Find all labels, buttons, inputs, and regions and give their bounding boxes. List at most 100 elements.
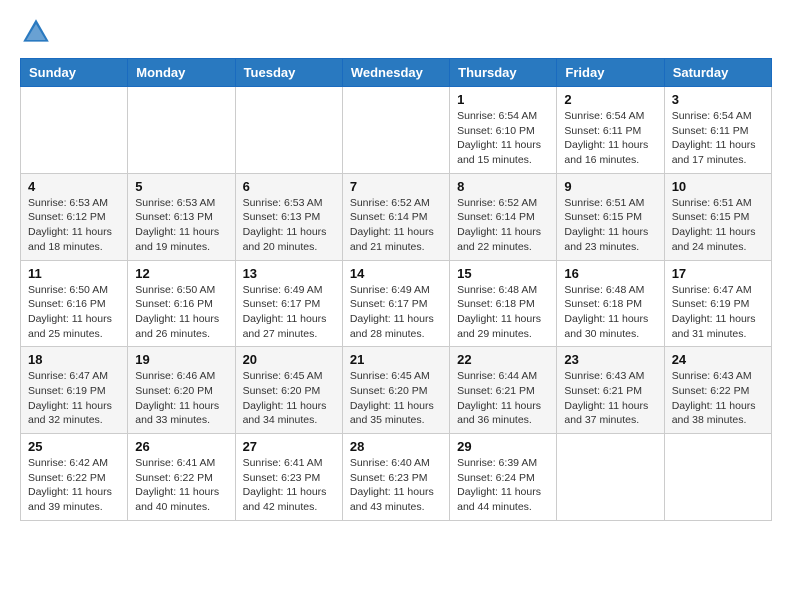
day-info: Sunrise: 6:49 AM Sunset: 6:17 PM Dayligh… <box>350 283 442 342</box>
day-info: Sunrise: 6:53 AM Sunset: 6:13 PM Dayligh… <box>243 196 335 255</box>
day-number: 12 <box>135 266 227 281</box>
calendar-cell: 2 Sunrise: 6:54 AM Sunset: 6:11 PM Daylig… <box>557 87 664 174</box>
calendar-cell: 11 Sunrise: 6:50 AM Sunset: 6:16 PM Dayli… <box>21 260 128 347</box>
weekday-header-wednesday: Wednesday <box>342 59 449 87</box>
day-number: 27 <box>243 439 335 454</box>
calendar-cell: 13 Sunrise: 6:49 AM Sunset: 6:17 PM Dayli… <box>235 260 342 347</box>
weekday-header-saturday: Saturday <box>664 59 771 87</box>
calendar-cell: 21 Sunrise: 6:45 AM Sunset: 6:20 PM Dayli… <box>342 347 449 434</box>
page-header <box>20 16 772 48</box>
calendar-cell: 16 Sunrise: 6:48 AM Sunset: 6:18 PM Dayli… <box>557 260 664 347</box>
day-number: 6 <box>243 179 335 194</box>
calendar-cell: 14 Sunrise: 6:49 AM Sunset: 6:17 PM Dayli… <box>342 260 449 347</box>
day-number: 28 <box>350 439 442 454</box>
day-info: Sunrise: 6:50 AM Sunset: 6:16 PM Dayligh… <box>135 283 227 342</box>
calendar-header-row: SundayMondayTuesdayWednesdayThursdayFrid… <box>21 59 772 87</box>
logo-icon <box>20 16 52 48</box>
day-number: 19 <box>135 352 227 367</box>
calendar-cell <box>664 434 771 521</box>
calendar-cell <box>342 87 449 174</box>
day-info: Sunrise: 6:54 AM Sunset: 6:11 PM Dayligh… <box>672 109 764 168</box>
day-info: Sunrise: 6:48 AM Sunset: 6:18 PM Dayligh… <box>457 283 549 342</box>
day-info: Sunrise: 6:42 AM Sunset: 6:22 PM Dayligh… <box>28 456 120 515</box>
calendar-week-row: 4 Sunrise: 6:53 AM Sunset: 6:12 PM Daylig… <box>21 173 772 260</box>
day-number: 10 <box>672 179 764 194</box>
calendar-cell: 4 Sunrise: 6:53 AM Sunset: 6:12 PM Daylig… <box>21 173 128 260</box>
day-info: Sunrise: 6:45 AM Sunset: 6:20 PM Dayligh… <box>350 369 442 428</box>
calendar-table: SundayMondayTuesdayWednesdayThursdayFrid… <box>20 58 772 521</box>
calendar-cell: 15 Sunrise: 6:48 AM Sunset: 6:18 PM Dayli… <box>450 260 557 347</box>
calendar-cell: 24 Sunrise: 6:43 AM Sunset: 6:22 PM Dayli… <box>664 347 771 434</box>
logo <box>20 16 56 48</box>
calendar-cell: 22Sunrise: 6:44 AM Sunset: 6:21 PM Dayli… <box>450 347 557 434</box>
weekday-header-sunday: Sunday <box>21 59 128 87</box>
calendar-cell <box>557 434 664 521</box>
day-number: 8 <box>457 179 549 194</box>
calendar-cell: 17 Sunrise: 6:47 AM Sunset: 6:19 PM Dayli… <box>664 260 771 347</box>
calendar-cell: 8 Sunrise: 6:52 AM Sunset: 6:14 PM Daylig… <box>450 173 557 260</box>
calendar-week-row: 11 Sunrise: 6:50 AM Sunset: 6:16 PM Dayli… <box>21 260 772 347</box>
calendar-cell: 6 Sunrise: 6:53 AM Sunset: 6:13 PM Daylig… <box>235 173 342 260</box>
day-number: 21 <box>350 352 442 367</box>
day-number: 24 <box>672 352 764 367</box>
day-info: Sunrise: 6:52 AM Sunset: 6:14 PM Dayligh… <box>350 196 442 255</box>
calendar-cell <box>128 87 235 174</box>
day-number: 11 <box>28 266 120 281</box>
day-info: Sunrise: 6:41 AM Sunset: 6:23 PM Dayligh… <box>243 456 335 515</box>
day-info: Sunrise: 6:51 AM Sunset: 6:15 PM Dayligh… <box>564 196 656 255</box>
day-info: Sunrise: 6:47 AM Sunset: 6:19 PM Dayligh… <box>672 283 764 342</box>
calendar-cell: 10Sunrise: 6:51 AM Sunset: 6:15 PM Dayli… <box>664 173 771 260</box>
day-number: 13 <box>243 266 335 281</box>
day-number: 4 <box>28 179 120 194</box>
day-info: Sunrise: 6:53 AM Sunset: 6:12 PM Dayligh… <box>28 196 120 255</box>
day-number: 26 <box>135 439 227 454</box>
day-info: Sunrise: 6:45 AM Sunset: 6:20 PM Dayligh… <box>243 369 335 428</box>
calendar-week-row: 18Sunrise: 6:47 AM Sunset: 6:19 PM Dayli… <box>21 347 772 434</box>
day-info: Sunrise: 6:43 AM Sunset: 6:22 PM Dayligh… <box>672 369 764 428</box>
calendar-cell: 3Sunrise: 6:54 AM Sunset: 6:11 PM Daylig… <box>664 87 771 174</box>
day-info: Sunrise: 6:53 AM Sunset: 6:13 PM Dayligh… <box>135 196 227 255</box>
calendar-cell: 20 Sunrise: 6:45 AM Sunset: 6:20 PM Dayli… <box>235 347 342 434</box>
day-number: 9 <box>564 179 656 194</box>
weekday-header-thursday: Thursday <box>450 59 557 87</box>
calendar-cell: 5Sunrise: 6:53 AM Sunset: 6:13 PM Daylig… <box>128 173 235 260</box>
day-number: 23 <box>564 352 656 367</box>
weekday-header-tuesday: Tuesday <box>235 59 342 87</box>
calendar-cell: 7Sunrise: 6:52 AM Sunset: 6:14 PM Daylig… <box>342 173 449 260</box>
day-info: Sunrise: 6:50 AM Sunset: 6:16 PM Dayligh… <box>28 283 120 342</box>
day-number: 25 <box>28 439 120 454</box>
day-number: 17 <box>672 266 764 281</box>
calendar-cell: 28 Sunrise: 6:40 AM Sunset: 6:23 PM Dayli… <box>342 434 449 521</box>
day-info: Sunrise: 6:43 AM Sunset: 6:21 PM Dayligh… <box>564 369 656 428</box>
calendar-week-row: 1 Sunrise: 6:54 AM Sunset: 6:10 PM Daylig… <box>21 87 772 174</box>
calendar-cell: 25 Sunrise: 6:42 AM Sunset: 6:22 PM Dayli… <box>21 434 128 521</box>
day-info: Sunrise: 6:49 AM Sunset: 6:17 PM Dayligh… <box>243 283 335 342</box>
calendar-cell: 19 Sunrise: 6:46 AM Sunset: 6:20 PM Dayli… <box>128 347 235 434</box>
day-info: Sunrise: 6:54 AM Sunset: 6:11 PM Dayligh… <box>564 109 656 168</box>
day-number: 2 <box>564 92 656 107</box>
calendar-cell: 1 Sunrise: 6:54 AM Sunset: 6:10 PM Daylig… <box>450 87 557 174</box>
calendar-cell: 9 Sunrise: 6:51 AM Sunset: 6:15 PM Daylig… <box>557 173 664 260</box>
day-number: 16 <box>564 266 656 281</box>
day-info: Sunrise: 6:40 AM Sunset: 6:23 PM Dayligh… <box>350 456 442 515</box>
day-info: Sunrise: 6:52 AM Sunset: 6:14 PM Dayligh… <box>457 196 549 255</box>
calendar-cell: 29Sunrise: 6:39 AM Sunset: 6:24 PM Dayli… <box>450 434 557 521</box>
calendar-cell: 23 Sunrise: 6:43 AM Sunset: 6:21 PM Dayli… <box>557 347 664 434</box>
day-number: 14 <box>350 266 442 281</box>
day-number: 29 <box>457 439 549 454</box>
day-number: 15 <box>457 266 549 281</box>
day-info: Sunrise: 6:47 AM Sunset: 6:19 PM Dayligh… <box>28 369 120 428</box>
day-info: Sunrise: 6:44 AM Sunset: 6:21 PM Dayligh… <box>457 369 549 428</box>
day-info: Sunrise: 6:46 AM Sunset: 6:20 PM Dayligh… <box>135 369 227 428</box>
day-number: 20 <box>243 352 335 367</box>
day-info: Sunrise: 6:54 AM Sunset: 6:10 PM Dayligh… <box>457 109 549 168</box>
weekday-header-friday: Friday <box>557 59 664 87</box>
calendar-body: 1 Sunrise: 6:54 AM Sunset: 6:10 PM Daylig… <box>21 87 772 521</box>
calendar-cell <box>21 87 128 174</box>
day-info: Sunrise: 6:48 AM Sunset: 6:18 PM Dayligh… <box>564 283 656 342</box>
day-number: 1 <box>457 92 549 107</box>
calendar-cell: 12 Sunrise: 6:50 AM Sunset: 6:16 PM Dayli… <box>128 260 235 347</box>
calendar-week-row: 25 Sunrise: 6:42 AM Sunset: 6:22 PM Dayli… <box>21 434 772 521</box>
calendar-cell: 18Sunrise: 6:47 AM Sunset: 6:19 PM Dayli… <box>21 347 128 434</box>
day-info: Sunrise: 6:41 AM Sunset: 6:22 PM Dayligh… <box>135 456 227 515</box>
